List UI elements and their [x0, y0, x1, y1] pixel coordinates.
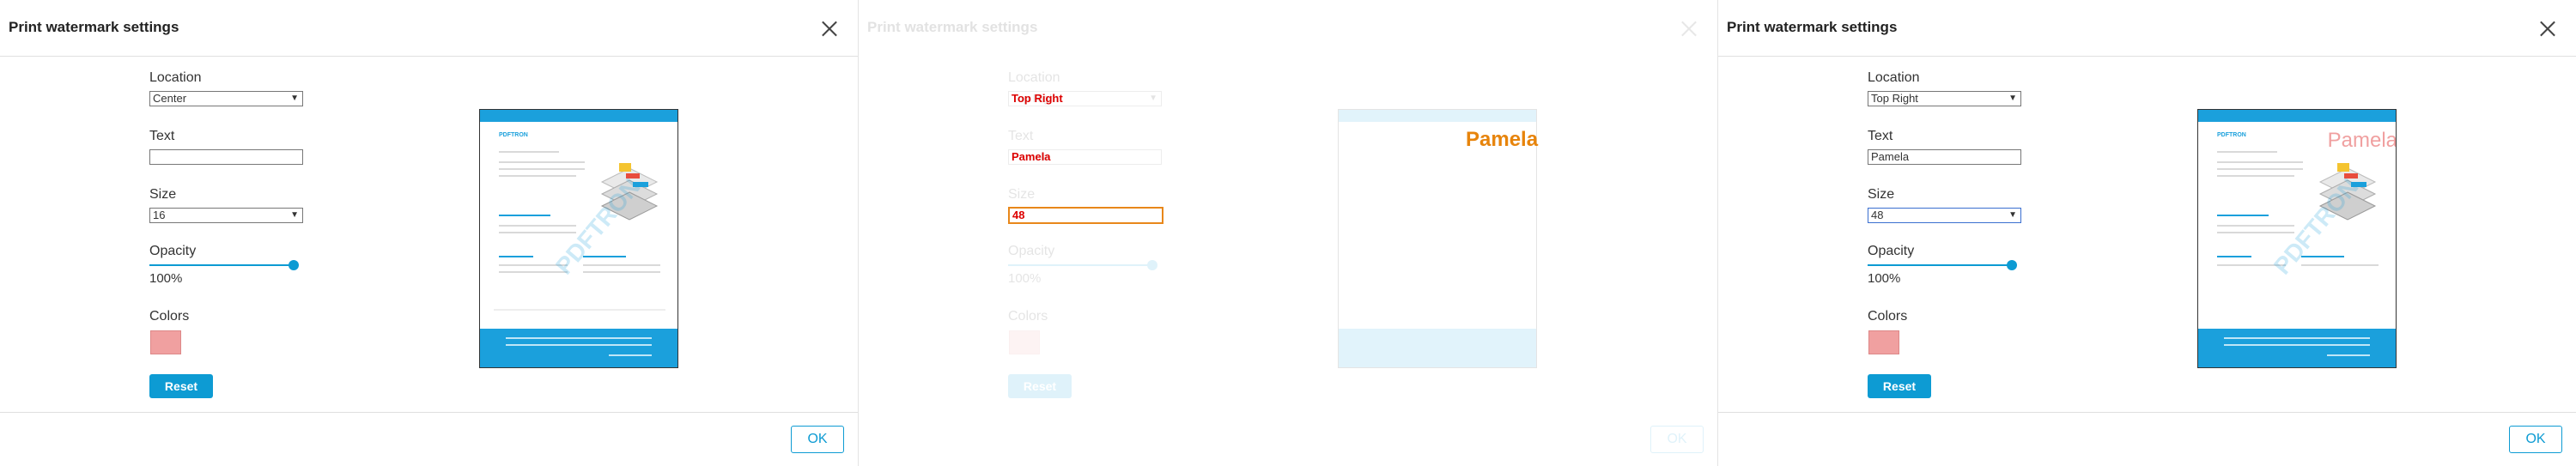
- dialog-title: Print watermark settings: [9, 19, 179, 35]
- opacity-label: Opacity: [149, 244, 197, 258]
- preview-watermark-text: Pamela: [1466, 128, 1539, 151]
- watermark-dialog-faded: Print watermark settings Location Top Ri…: [859, 0, 1717, 466]
- opacity-slider-track[interactable]: [1008, 264, 1154, 266]
- preview-footer: [2198, 329, 2396, 367]
- preview-footer: [480, 329, 677, 367]
- location-label: Location: [1008, 70, 1060, 85]
- text-input[interactable]: Pamela: [1868, 149, 2021, 165]
- ok-button[interactable]: OK: [791, 426, 844, 453]
- chevron-down-icon: ▼: [1149, 94, 1157, 103]
- color-swatch[interactable]: [150, 330, 181, 354]
- dialog-title: Print watermark settings: [867, 19, 1038, 35]
- preview-logo: PDFTRON: [2217, 132, 2246, 138]
- opacity-slider-track[interactable]: [1868, 264, 2014, 266]
- opacity-slider-handle[interactable]: [289, 260, 299, 270]
- size-select-focused[interactable]: 48: [1008, 207, 1163, 224]
- opacity-slider-track[interactable]: [149, 264, 295, 266]
- divider: [0, 56, 858, 57]
- text-input[interactable]: [149, 149, 303, 165]
- ok-button[interactable]: OK: [2509, 426, 2562, 453]
- location-select[interactable]: Center ▼: [149, 91, 303, 106]
- size-select[interactable]: 16 ▼: [149, 208, 303, 223]
- size-label: Size: [1008, 187, 1036, 202]
- location-label: Location: [1868, 70, 1920, 85]
- text-label: Text: [1868, 129, 1893, 143]
- reset-button[interactable]: Reset: [149, 374, 213, 398]
- size-value: 48: [1012, 209, 1025, 221]
- location-value: Top Right: [1871, 92, 1918, 105]
- divider: [1718, 56, 2576, 57]
- chevron-down-icon: ▼: [290, 210, 299, 220]
- size-label: Size: [1868, 187, 1895, 202]
- text-label: Text: [149, 129, 175, 143]
- opacity-slider-handle[interactable]: [2007, 260, 2017, 270]
- colors-label: Colors: [1008, 309, 1048, 324]
- reset-button[interactable]: Reset: [1868, 374, 1931, 398]
- divider: [0, 412, 858, 413]
- watermark-dialog-center: Print watermark settings Location Center…: [0, 0, 859, 466]
- opacity-label: Opacity: [1868, 244, 1915, 258]
- location-select[interactable]: Top Right ▼: [1868, 91, 2021, 106]
- color-swatch[interactable]: [1009, 330, 1040, 354]
- ok-button[interactable]: OK: [1650, 426, 1704, 453]
- watermark-preview: PDFTRON PDFTRON: [479, 109, 678, 368]
- color-swatch[interactable]: [1868, 330, 1899, 354]
- size-value: 48: [1871, 209, 1884, 221]
- opacity-label: Opacity: [1008, 244, 1055, 258]
- ghost-location-text: Top Right: [1012, 92, 1063, 105]
- opacity-value: 100%: [149, 271, 183, 286]
- ghost-text-value: Pamela: [1012, 150, 1051, 163]
- reset-button[interactable]: Reset: [1008, 374, 1072, 398]
- watermark-dialog-top-right: Print watermark settings Location Top Ri…: [1717, 0, 2576, 466]
- chevron-down-icon: ▼: [2008, 210, 2017, 220]
- colors-label: Colors: [1868, 309, 1908, 324]
- preview-header-bar: [480, 110, 677, 122]
- preview-header-bar: [2198, 110, 2396, 122]
- size-label: Size: [149, 187, 177, 202]
- size-select[interactable]: 48 ▼: [1868, 208, 2021, 223]
- size-value: 16: [153, 209, 166, 221]
- chevron-down-icon: ▼: [2008, 94, 2017, 103]
- opacity-value: 100%: [1868, 271, 1901, 286]
- preview-logo: PDFTRON: [499, 132, 528, 138]
- chevron-down-icon: ▼: [290, 94, 299, 103]
- close-icon[interactable]: [2538, 19, 2557, 38]
- divider: [1718, 412, 2576, 413]
- text-label: Text: [1008, 129, 1034, 143]
- opacity-value: 100%: [1008, 271, 1042, 286]
- location-value: Center: [153, 92, 187, 105]
- location-label: Location: [149, 70, 202, 85]
- preview-watermark-text: Pamela: [2327, 129, 2397, 152]
- colors-label: Colors: [149, 309, 190, 324]
- close-icon[interactable]: [1680, 19, 1698, 38]
- dialog-title: Print watermark settings: [1727, 19, 1898, 35]
- watermark-preview: PDFTRON PDFTRON Pamela: [2197, 109, 2397, 368]
- close-icon[interactable]: [820, 19, 839, 38]
- opacity-slider-handle[interactable]: [1147, 260, 1157, 270]
